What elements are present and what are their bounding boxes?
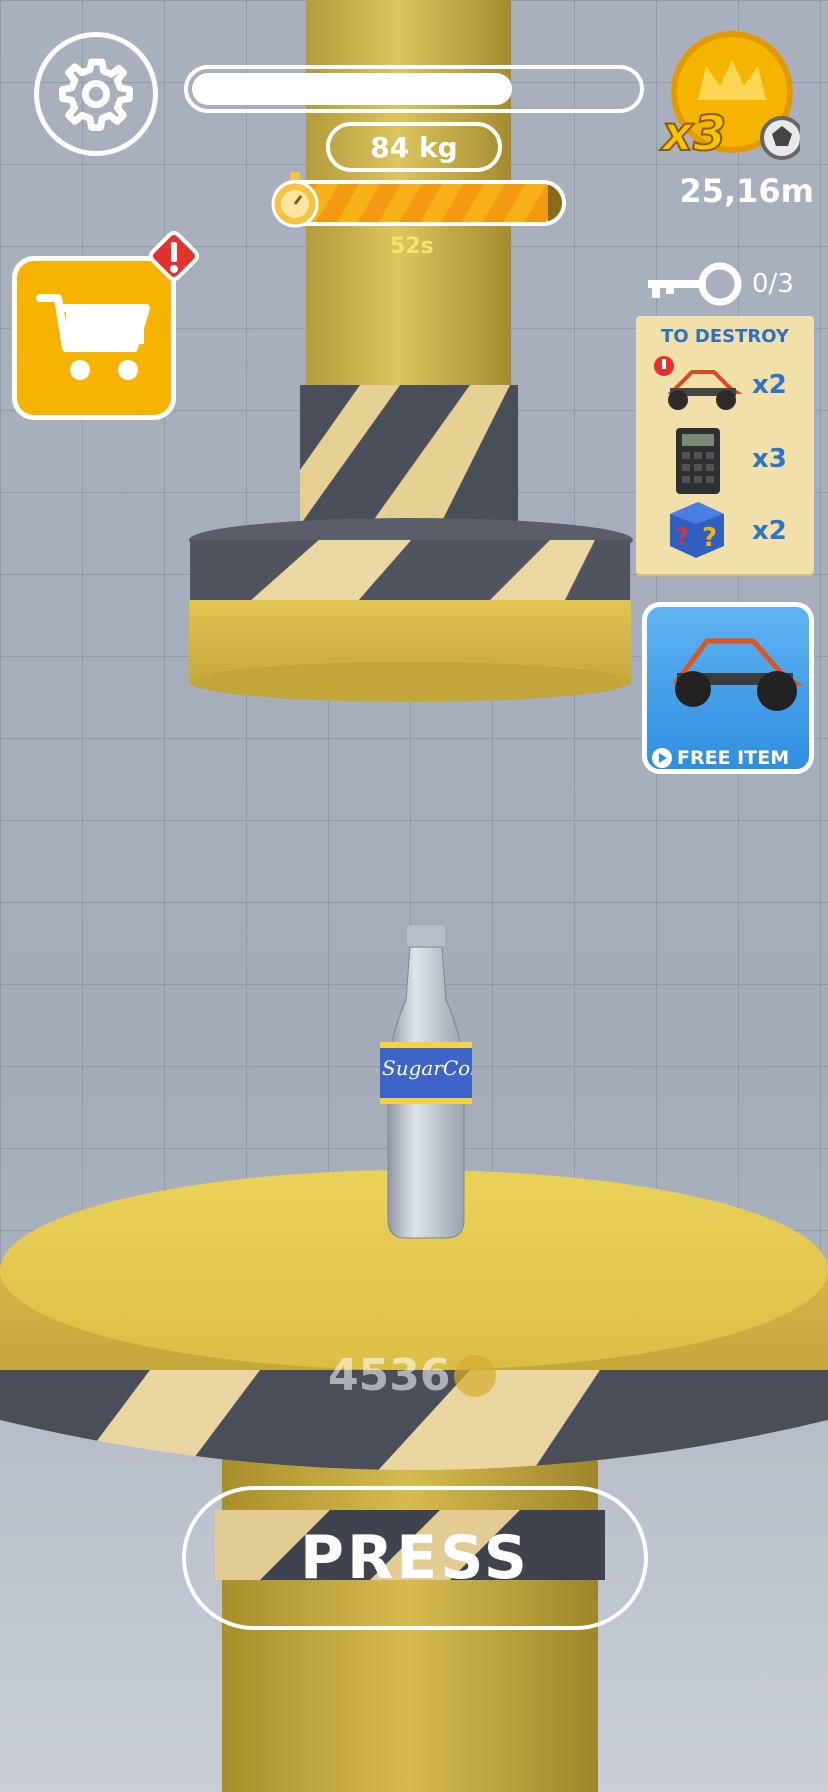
gear-icon	[59, 58, 133, 131]
svg-text:?: ?	[702, 523, 717, 553]
distance-text: 25,16m	[679, 172, 814, 210]
settings-button[interactable]	[34, 32, 158, 156]
mission-card: TO DESTROY x2 x3 ? ? x2	[636, 316, 814, 574]
mission-item-calculator	[674, 426, 722, 496]
mission-count-calculator: x3	[752, 444, 787, 474]
press-ring-stripes	[190, 540, 630, 605]
play-icon	[652, 748, 672, 768]
svg-text:?: ?	[676, 525, 689, 550]
mystery-cube-icon: ? ?	[670, 502, 724, 558]
keys-count: 0/3	[752, 269, 794, 299]
bottle-brand: SugarCola	[382, 1056, 472, 1080]
level-progress-bar	[184, 65, 644, 113]
coin-multiplier-badge[interactable]: x3	[660, 30, 804, 170]
press-label: PRESS	[300, 1523, 530, 1593]
timer-text: 52s	[390, 234, 434, 259]
weight-label: 84 kg	[326, 122, 502, 172]
cart-icon	[36, 294, 150, 380]
buggy-icon	[654, 356, 743, 410]
exclamation-icon	[146, 228, 202, 284]
score-value: 4536	[328, 1350, 451, 1401]
free-item-caption: FREE ITEM	[651, 747, 789, 769]
progress-fill	[192, 73, 512, 105]
press-collar	[300, 385, 518, 525]
keys-counter: 0/3	[646, 262, 794, 306]
mission-count-buggy: x2	[752, 370, 787, 400]
free-item-offer[interactable]: FREE ITEM	[642, 602, 814, 774]
platform-score: 4536	[328, 1350, 497, 1401]
press-button[interactable]: PRESS	[182, 1486, 648, 1630]
stopwatch-icon	[268, 170, 322, 228]
mission-item-cube: ? ?	[664, 496, 730, 562]
mission-title: TO DESTROY	[661, 326, 789, 347]
mission-item-buggy	[652, 356, 744, 416]
coin-icon	[454, 1354, 497, 1397]
calculator-icon	[676, 428, 720, 494]
free-item-label: FREE ITEM	[677, 747, 790, 769]
multiplier-text: x3	[661, 105, 727, 163]
key-icon	[648, 262, 742, 306]
mission-count-cube: x2	[752, 516, 787, 546]
buggy-icon	[672, 638, 804, 711]
